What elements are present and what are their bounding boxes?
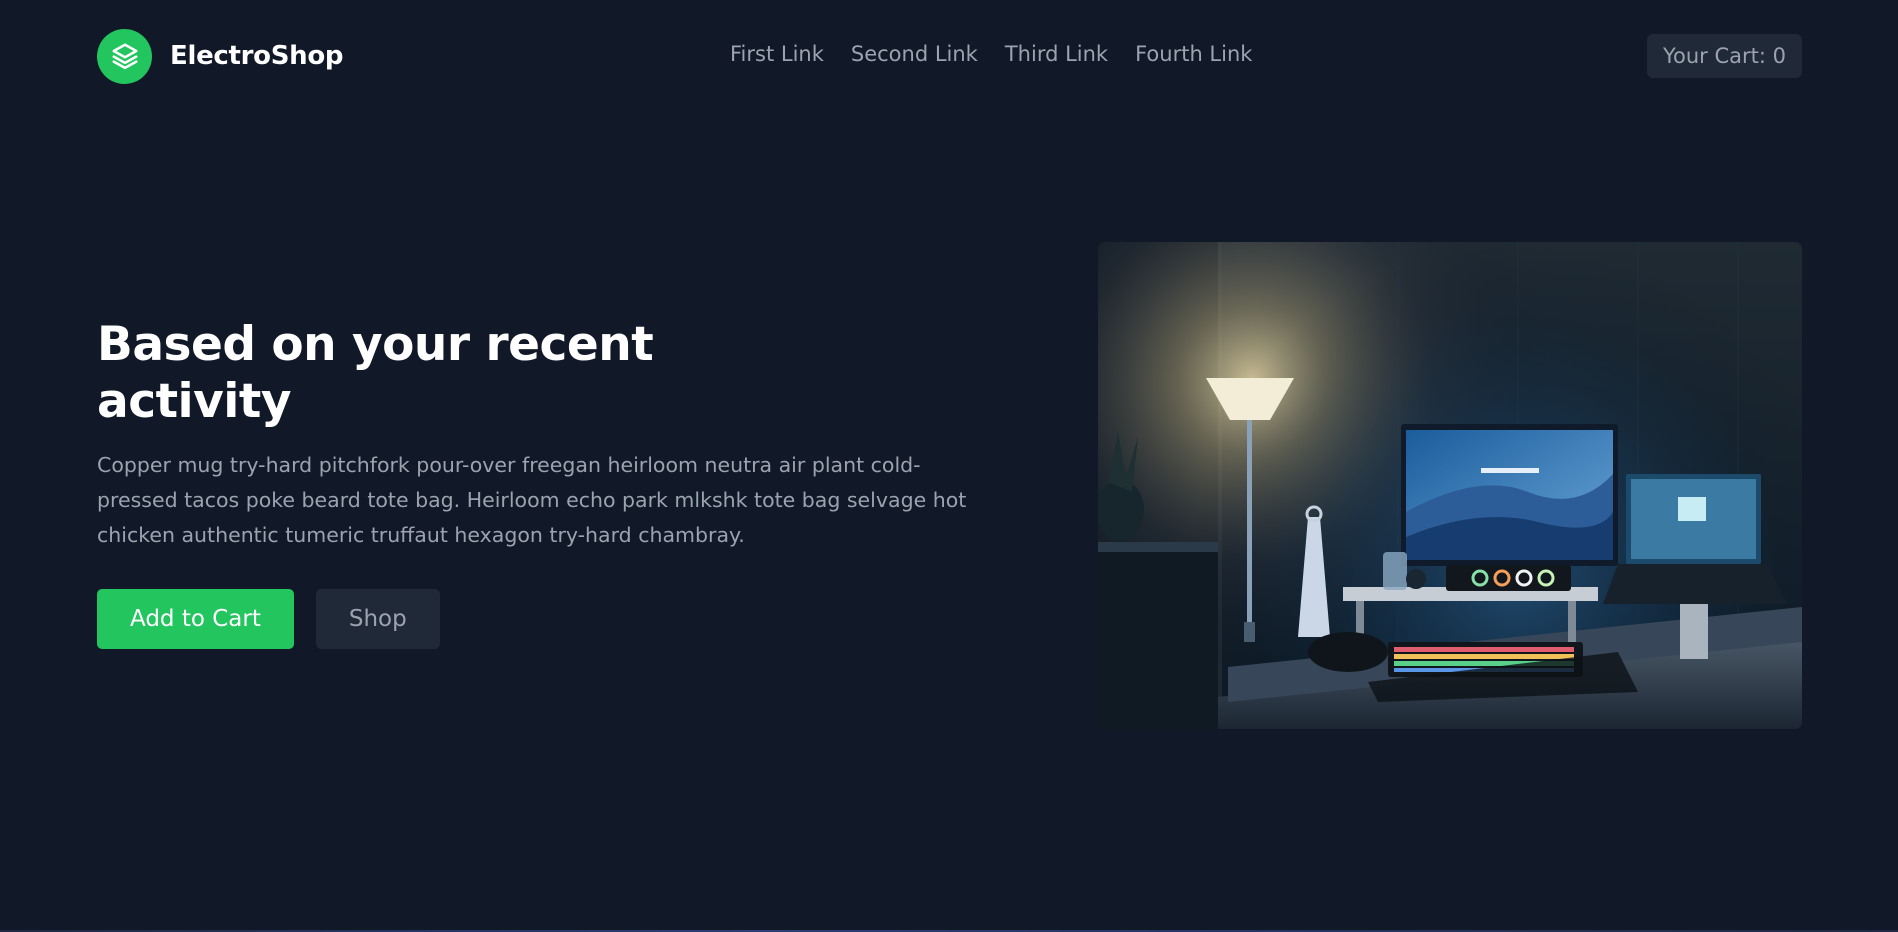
hero-description: Copper mug try-hard pitchfork pour-over …	[97, 453, 967, 547]
add-to-cart-button[interactable]: Add to Cart	[97, 589, 294, 649]
nav-link-third[interactable]: Third Link	[1005, 42, 1108, 66]
hero-image	[1098, 242, 1802, 729]
hero-actions: Add to Cart Shop	[97, 589, 997, 649]
brand-name[interactable]: ElectroShop	[170, 41, 344, 71]
brand[interactable]: ElectroShop	[97, 28, 344, 84]
hero-title: Based on your recent activity	[97, 317, 654, 429]
page: ElectroShop First Link Second Link Third…	[0, 0, 1898, 932]
main-nav: First Link Second Link Third Link Fourth…	[730, 42, 1252, 66]
nav-link-fourth[interactable]: Fourth Link	[1135, 42, 1252, 66]
desk-setup-illustration	[1098, 242, 1802, 729]
shop-button[interactable]: Shop	[315, 589, 440, 649]
stack-layers-icon[interactable]	[97, 28, 152, 84]
site-header: ElectroShop First Link Second Link Third…	[97, 28, 1802, 84]
nav-link-second[interactable]: Second Link	[851, 42, 978, 66]
nav-link-first[interactable]: First Link	[730, 42, 824, 66]
cart-button[interactable]: Your Cart: 0	[1646, 34, 1802, 78]
hero-section: Based on your recent activity Copper mug…	[97, 316, 997, 649]
